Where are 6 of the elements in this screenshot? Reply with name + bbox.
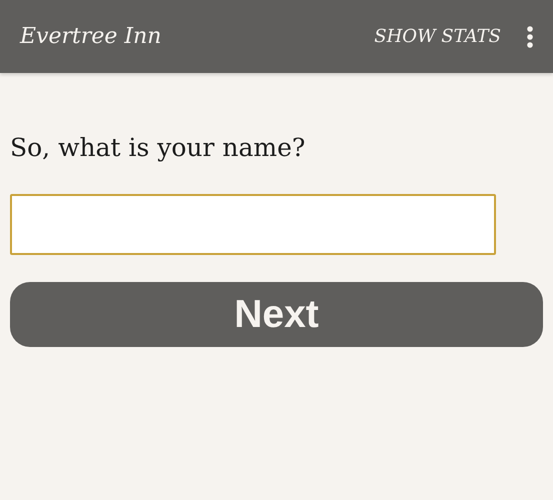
menu-icon[interactable] [527,26,533,48]
next-button[interactable]: Next [10,282,543,347]
show-stats-button[interactable]: SHOW STATS [374,26,501,47]
name-input-field[interactable] [10,194,496,255]
question-text: So, what is your name? [10,133,306,162]
app-title: Evertree Inn [20,24,162,49]
